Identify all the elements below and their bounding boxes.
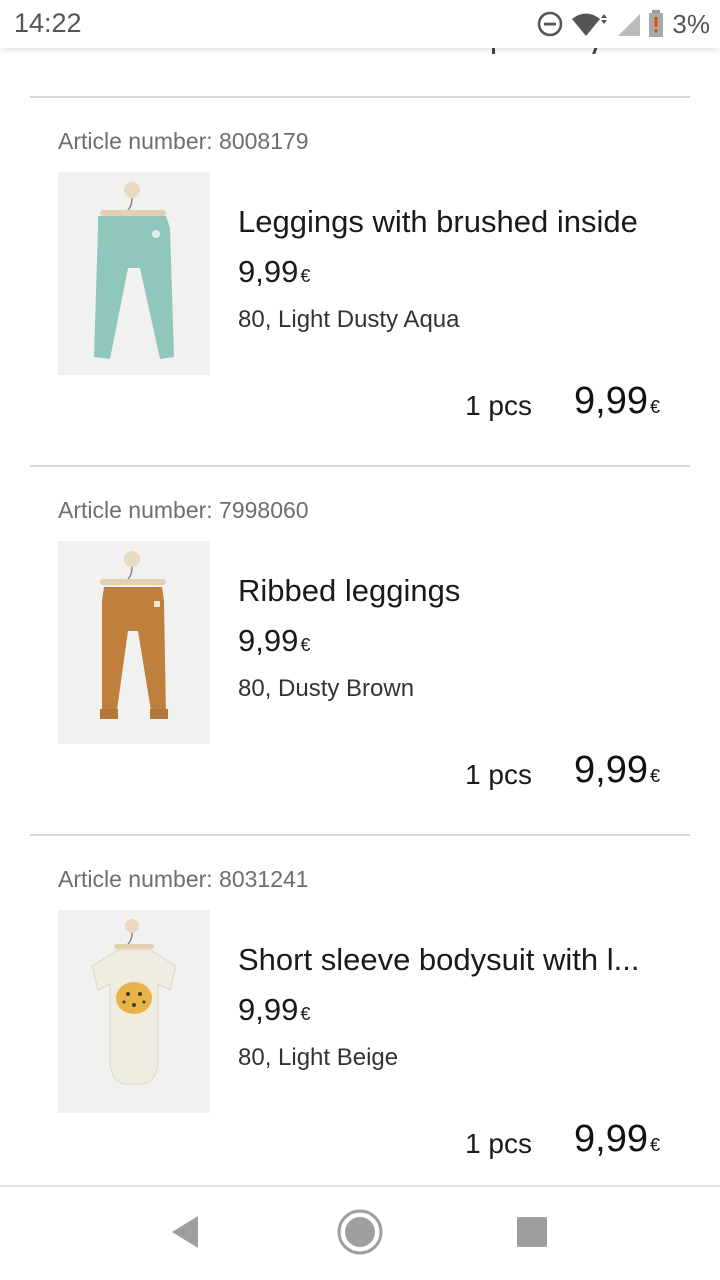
article-number: Article number: 8008179 [58,128,309,154]
signal-icon [616,10,642,38]
battery-percentage: 3% [672,8,710,39]
back-button[interactable] [160,1209,210,1259]
cart-item[interactable]: Article number: 7998060 Ribbed leggings … [0,465,720,834]
product-name[interactable]: Ribbed leggings [238,573,460,609]
recents-button[interactable] [507,1209,557,1259]
status-time: 14:22 [14,8,82,38]
navigation-bar [0,1185,720,1280]
divider [30,96,690,98]
back-icon [168,1214,202,1255]
unit-price: 9,99 € [238,992,311,1027]
battery-alert-icon [648,10,664,38]
article-number: Article number: 7998060 [58,497,309,523]
wifi-icon [570,10,610,38]
quantity[interactable]: 1 pcs [465,759,532,791]
size-color: 80, Light Beige [238,1044,399,1071]
product-image[interactable] [58,541,210,744]
divider [30,465,690,467]
unit-price: 9,99 € [238,623,311,658]
unit-price: 9,99 € [238,254,311,289]
item-total: 9,99 € [574,1118,660,1160]
home-button[interactable] [335,1209,385,1259]
product-image[interactable] [58,910,210,1113]
article-number: Article number: 8031241 [58,866,309,892]
cart-item[interactable]: Article number: 8031241 Short sleeve bod… [0,834,720,1185]
product-name[interactable]: Leggings with brushed inside [238,204,638,240]
divider [30,834,690,836]
cart-item-list[interactable]: Article number: 8008179 Leggings with br… [0,48,720,1185]
cart-item[interactable]: Article number: 8008179 Leggings with br… [0,96,720,465]
status-icons: 3% [536,8,710,40]
home-icon [336,1208,384,1261]
quantity[interactable]: 1 pcs [465,1128,532,1160]
item-total: 9,99 € [574,749,660,791]
recents-icon [516,1216,548,1253]
product-name[interactable]: Short sleeve bodysuit with l... [238,942,639,978]
item-total: 9,99 € [574,380,660,422]
previous-item-remnant [0,48,720,58]
do-not-disturb-icon [536,10,564,38]
product-image[interactable] [58,172,210,375]
size-color: 80, Dusty Brown [238,675,415,702]
status-bar: 14:22 3% [0,0,720,48]
quantity[interactable]: 1 pcs [465,390,532,422]
size-color: 80, Light Dusty Aqua [238,306,460,333]
